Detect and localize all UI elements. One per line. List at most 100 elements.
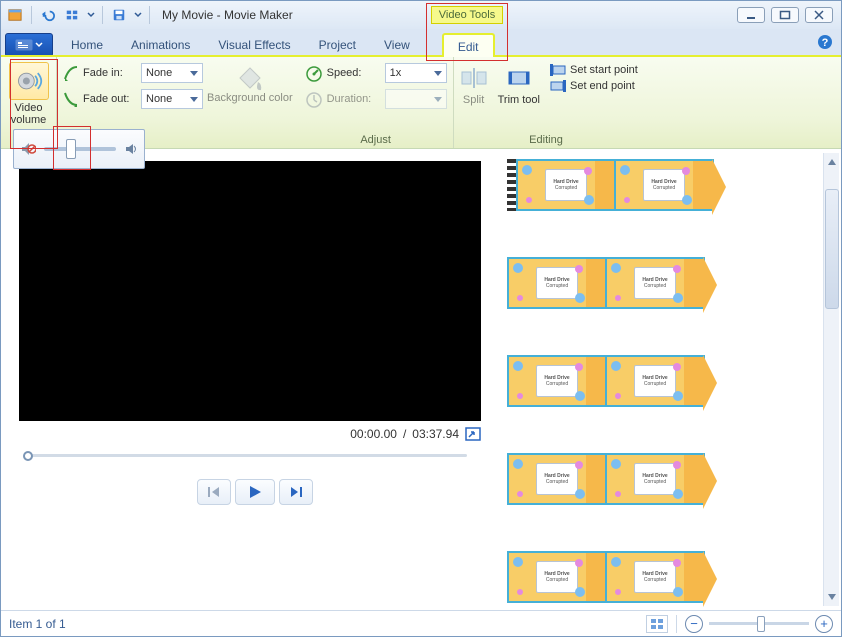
clip-thumbnail: Hard DriveCorrupted — [634, 561, 676, 593]
file-menu-button[interactable] — [5, 33, 53, 57]
ribbon-item-bgcolor: Background color — [205, 57, 299, 148]
quick-access-toolbar — [1, 1, 156, 29]
bgcolor-caption: Background color — [207, 92, 293, 104]
status-bar: Item 1 of 1 − + — [1, 610, 841, 636]
qat-dropdown2-icon[interactable] — [133, 5, 143, 25]
thumbnail-view-button[interactable] — [646, 615, 668, 633]
app-window: Video Tools My — [0, 0, 842, 637]
set-start-point-button[interactable]: Set start point — [550, 64, 638, 76]
qat-dropdown-icon[interactable] — [86, 5, 96, 25]
scrollbar-thumb[interactable] — [825, 189, 839, 309]
save-icon[interactable] — [109, 5, 129, 25]
seek-thumb[interactable] — [23, 451, 33, 461]
clip-thumbnail: Hard DriveCorrupted — [536, 463, 578, 495]
storyboard-pane: Hard DriveCorruptedHard DriveCorruptedHa… — [499, 149, 841, 610]
fullscreen-icon[interactable] — [465, 427, 481, 441]
title-bar: My Movie - Movie Maker — [1, 1, 841, 29]
speed-label: Speed: — [327, 67, 381, 79]
clip-row: Hard DriveCorrupted Hard DriveCorrupted — [507, 355, 823, 407]
tab-visual-effects[interactable]: Visual Effects — [204, 33, 304, 57]
trim-icon — [505, 64, 533, 92]
clip-thumbnail: Hard DriveCorrupted — [536, 365, 578, 397]
fade-in-label: Fade in: — [83, 67, 137, 79]
video-preview[interactable] — [19, 161, 481, 421]
adjust-group-label: Adjust — [305, 132, 447, 146]
volume-track[interactable] — [44, 147, 116, 151]
video-volume-button[interactable] — [9, 62, 49, 100]
zoom-out-button[interactable]: − — [685, 615, 703, 633]
clip-thumbnail: Hard DriveCorrupted — [536, 267, 578, 299]
clip-row: Hard DriveCorrupted Hard DriveCorrupted — [507, 257, 823, 309]
ribbon-tab-row: Home Animations Visual Effects Project V… — [1, 29, 841, 57]
speed-combo[interactable]: 1x — [385, 63, 447, 83]
duration-label: Duration: — [327, 93, 381, 105]
speed-value: 1x — [390, 67, 402, 79]
tab-project[interactable]: Project — [305, 33, 370, 57]
speaker-icon — [15, 67, 43, 95]
minimize-button[interactable] — [737, 7, 765, 23]
split-icon — [460, 64, 488, 92]
fade-in-combo[interactable]: None — [141, 63, 203, 83]
vertical-scrollbar[interactable] — [823, 153, 839, 606]
scroll-up-icon[interactable] — [827, 157, 837, 167]
help-icon[interactable]: ? — [817, 34, 833, 50]
trim-caption: Trim tool — [498, 94, 540, 106]
editing-group-label: Editing — [451, 134, 641, 146]
prev-frame-button[interactable] — [197, 479, 231, 505]
svg-text:?: ? — [822, 37, 829, 49]
video-clip[interactable]: Hard DriveCorrupted — [614, 159, 714, 211]
maximize-button[interactable] — [771, 7, 799, 23]
zoom-thumb[interactable] — [757, 616, 765, 632]
video-clip[interactable]: Hard DriveCorrupted — [516, 159, 616, 211]
zoom-track[interactable] — [709, 622, 809, 625]
preview-pane: 00:00.00/03:37.94 — [1, 149, 499, 610]
redo-icon[interactable] — [62, 5, 82, 25]
duration-icon — [305, 90, 323, 108]
background-color-button[interactable]: Background color — [207, 60, 293, 104]
next-frame-button[interactable] — [279, 479, 313, 505]
speaker-small-icon — [124, 142, 138, 156]
window-title: My Movie - Movie Maker — [162, 8, 293, 22]
video-clip[interactable]: Hard DriveCorrupted — [605, 453, 705, 505]
zoom-control: − + — [685, 615, 833, 633]
volume-slider-popup — [13, 129, 145, 169]
tab-home[interactable]: Home — [57, 33, 117, 57]
set-end-point-button[interactable]: Set end point — [550, 80, 638, 92]
close-button[interactable] — [805, 7, 833, 23]
status-text: Item 1 of 1 — [9, 617, 66, 631]
speed-icon — [305, 64, 323, 82]
set-start-icon — [550, 64, 566, 76]
contextual-tab-label: Video Tools — [431, 6, 503, 24]
playback-controls — [19, 479, 491, 505]
thumbnail-view-icon — [650, 618, 664, 630]
fade-in-icon — [63, 65, 79, 81]
mute-icon[interactable] — [20, 141, 36, 157]
video-clip[interactable]: Hard DriveCorrupted — [507, 453, 607, 505]
tab-edit[interactable]: Edit — [442, 33, 495, 57]
tab-animations[interactable]: Animations — [117, 33, 204, 57]
video-clip[interactable]: Hard DriveCorrupted — [507, 257, 607, 309]
app-menu-icon[interactable] — [5, 5, 25, 25]
volume-thumb[interactable] — [66, 139, 76, 159]
clip-thumbnail: Hard DriveCorrupted — [634, 267, 676, 299]
play-button[interactable] — [235, 479, 275, 505]
zoom-in-button[interactable]: + — [815, 615, 833, 633]
tab-view[interactable]: View — [370, 33, 424, 57]
duration-combo — [385, 89, 447, 109]
video-clip[interactable]: Hard DriveCorrupted — [605, 551, 705, 603]
set-end-label: Set end point — [570, 80, 635, 92]
time-total: 03:37.94 — [412, 427, 459, 441]
video-clip[interactable]: Hard DriveCorrupted — [507, 551, 607, 603]
seek-bar[interactable] — [19, 449, 471, 461]
scroll-down-icon[interactable] — [827, 592, 837, 602]
set-end-icon — [550, 80, 566, 92]
video-clip[interactable]: Hard DriveCorrupted — [507, 355, 607, 407]
video-clip[interactable]: Hard DriveCorrupted — [605, 355, 705, 407]
time-current: 00:00.00 — [350, 427, 397, 441]
fade-out-combo[interactable]: None — [141, 89, 203, 109]
undo-icon[interactable] — [38, 5, 58, 25]
video-clip[interactable]: Hard DriveCorrupted — [605, 257, 705, 309]
fade-in-value: None — [146, 67, 172, 79]
clip-thumbnail: Hard DriveCorrupted — [634, 365, 676, 397]
paint-bucket-icon — [234, 64, 266, 92]
